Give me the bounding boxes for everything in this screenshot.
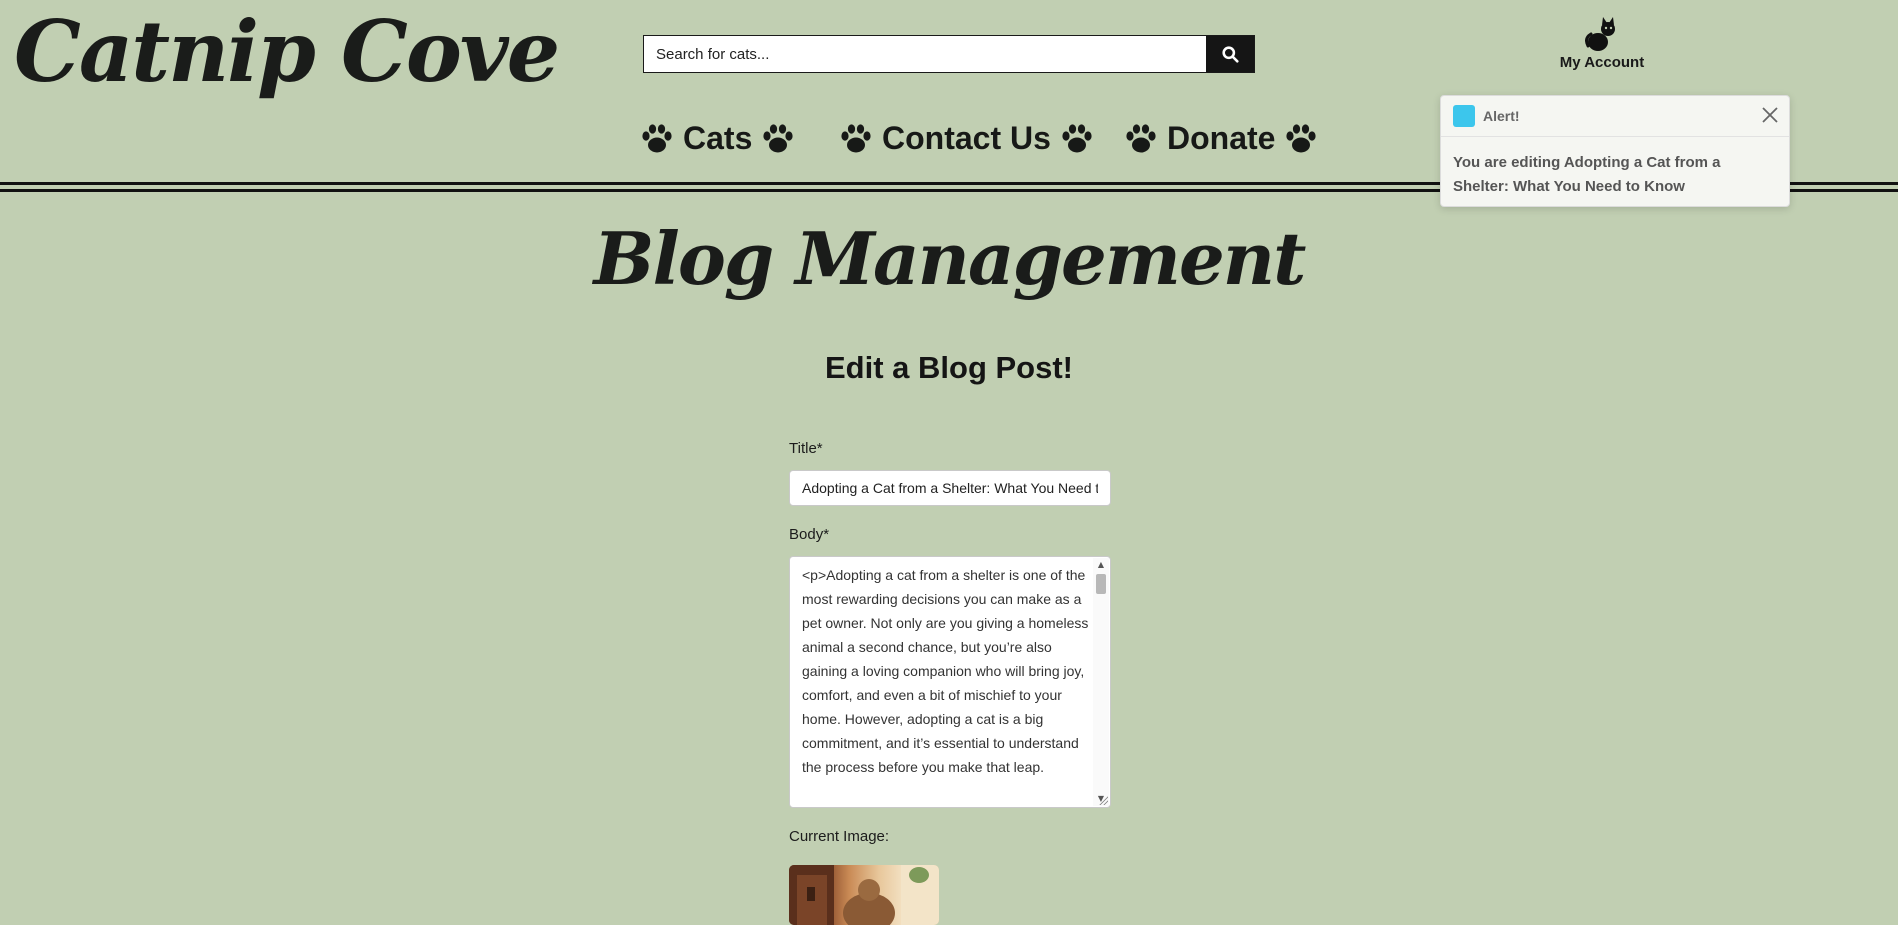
- nav-item-contact-us[interactable]: Contact Us: [840, 120, 1093, 157]
- nav-item-donate[interactable]: Donate: [1125, 120, 1317, 157]
- paw-icon: [1062, 123, 1092, 152]
- paw-icon: [1126, 123, 1156, 152]
- body-textarea-content: <p>Adopting a cat from a shelter is one …: [802, 567, 1089, 775]
- scrollbar-thumb[interactable]: [1096, 574, 1106, 594]
- body-field-label: Body*: [789, 526, 830, 543]
- alert-title: Alert!: [1483, 108, 1520, 124]
- nav-label-donate: Donate: [1167, 120, 1276, 156]
- scroll-up-arrow-icon[interactable]: ▲: [1093, 558, 1109, 572]
- close-icon[interactable]: [1761, 106, 1779, 128]
- nav-label-cats: Cats: [683, 120, 753, 156]
- paw-icon: [642, 123, 672, 152]
- search-bar: [643, 35, 1255, 73]
- cat-icon: [1585, 17, 1615, 51]
- current-image-label: Current Image:: [789, 828, 890, 845]
- cat-photo-illustration: [789, 865, 939, 925]
- account-label: My Account: [1559, 54, 1645, 71]
- paw-icon: [763, 123, 793, 152]
- title-input[interactable]: [789, 470, 1111, 506]
- alert-toast: Alert! You are editing Adopting a Cat fr…: [1440, 95, 1790, 207]
- body-textarea[interactable]: <p>Adopting a cat from a shelter is one …: [789, 556, 1111, 808]
- paw-icon: [841, 123, 871, 152]
- resize-handle-icon[interactable]: [1098, 795, 1108, 805]
- body-scrollbar[interactable]: ▲ ▼: [1093, 558, 1109, 806]
- alert-message: You are editing Adopting a Cat from a Sh…: [1453, 154, 1721, 195]
- alert-header: Alert!: [1441, 96, 1789, 137]
- current-image-thumbnail: [789, 865, 939, 925]
- search-button[interactable]: [1206, 36, 1254, 72]
- alert-color-square-icon: [1453, 105, 1475, 127]
- search-input[interactable]: [644, 36, 1206, 72]
- page-subtitle: Edit a Blog Post!: [825, 350, 1073, 385]
- page-title: Blog Management: [593, 216, 1307, 301]
- title-field-label: Title*: [789, 440, 823, 457]
- my-account-link[interactable]: My Account: [1552, 16, 1652, 71]
- paw-icon: [1286, 123, 1317, 152]
- nav-item-cats[interactable]: Cats: [641, 120, 794, 157]
- site-logo[interactable]: Catnip Cove: [14, 5, 560, 98]
- nav-label-contact-us: Contact Us: [882, 120, 1051, 156]
- search-icon: [1221, 45, 1239, 63]
